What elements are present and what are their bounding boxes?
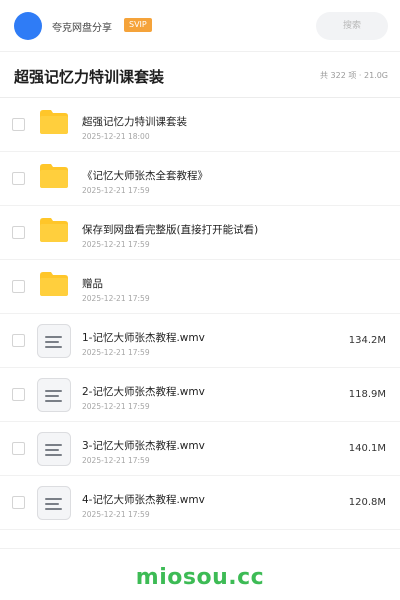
checkbox-icon[interactable]	[12, 496, 25, 509]
folder-icon	[40, 218, 68, 242]
item-size: 118.9M	[348, 389, 386, 400]
item-date: 2025-12-21 18:00	[82, 132, 150, 141]
list-item[interactable]: 赠品 2025-12-21 17:59	[0, 260, 400, 314]
document-icon	[37, 324, 71, 358]
item-name: 3-记忆大师张杰教程.wmv	[82, 440, 205, 452]
file-list: 超强记忆力特训课套装 2025-12-21 18:00 《记忆大师张杰全套教程》…	[0, 98, 400, 530]
checkbox-icon[interactable]	[12, 118, 25, 131]
document-icon	[37, 432, 71, 466]
user-name: 夸克网盘分享	[52, 23, 112, 34]
item-count-summary: 共 322 项 · 21.0G	[320, 71, 388, 80]
list-item[interactable]: 保存到网盘看完整版(直接打开能试看) 2025-12-21 17:59	[0, 206, 400, 260]
item-name: 2-记忆大师张杰教程.wmv	[82, 386, 205, 398]
item-name: 赠品	[82, 278, 103, 290]
item-name: 4-记忆大师张杰教程.wmv	[82, 494, 205, 506]
list-item[interactable]: 1-记忆大师张杰教程.wmv 2025-12-21 17:59 134.2M	[0, 314, 400, 368]
item-name: 超强记忆力特训课套装	[82, 116, 187, 128]
folder-icon	[40, 110, 68, 134]
item-size: 140.1M	[348, 443, 386, 454]
page-title: 超强记忆力特训课套装	[14, 68, 165, 86]
folder-icon	[40, 164, 68, 188]
watermark: miosou.cc	[135, 565, 265, 590]
item-date: 2025-12-21 17:59	[82, 294, 150, 303]
item-date: 2025-12-21 17:59	[82, 510, 150, 519]
avatar[interactable]	[14, 12, 42, 40]
item-name: 《记忆大师张杰全套教程》	[82, 170, 208, 182]
page: 夸克网盘分享 SVIP 搜索 超强记忆力特训课套装 共 322 项 · 21.0…	[0, 0, 400, 600]
checkbox-icon[interactable]	[12, 226, 25, 239]
checkbox-icon[interactable]	[12, 280, 25, 293]
item-date: 2025-12-21 17:59	[82, 186, 150, 195]
document-icon	[37, 378, 71, 412]
checkbox-icon[interactable]	[12, 334, 25, 347]
header: 夸克网盘分享 SVIP 搜索	[0, 0, 400, 52]
item-size: 120.8M	[348, 497, 386, 508]
footer: miosou.cc	[0, 548, 400, 600]
item-size: 134.2M	[348, 335, 386, 346]
folder-icon	[40, 272, 68, 296]
item-date: 2025-12-21 17:59	[82, 240, 150, 249]
svip-badge: SVIP	[124, 18, 152, 32]
checkbox-icon[interactable]	[12, 442, 25, 455]
item-date: 2025-12-21 17:59	[82, 402, 150, 411]
list-item[interactable]: 2-记忆大师张杰教程.wmv 2025-12-21 17:59 118.9M	[0, 368, 400, 422]
title-bar: 超强记忆力特训课套装 共 322 项 · 21.0G	[0, 52, 400, 98]
list-item[interactable]: 超强记忆力特训课套装 2025-12-21 18:00	[0, 98, 400, 152]
document-icon	[37, 486, 71, 520]
list-item[interactable]: 3-记忆大师张杰教程.wmv 2025-12-21 17:59 140.1M	[0, 422, 400, 476]
search-input[interactable]: 搜索	[316, 12, 388, 40]
item-date: 2025-12-21 17:59	[82, 348, 150, 357]
item-date: 2025-12-21 17:59	[82, 456, 150, 465]
list-item[interactable]: 4-记忆大师张杰教程.wmv 2025-12-21 17:59 120.8M	[0, 476, 400, 530]
item-name: 保存到网盘看完整版(直接打开能试看)	[82, 224, 259, 236]
checkbox-icon[interactable]	[12, 172, 25, 185]
list-item[interactable]: 《记忆大师张杰全套教程》 2025-12-21 17:59	[0, 152, 400, 206]
checkbox-icon[interactable]	[12, 388, 25, 401]
item-name: 1-记忆大师张杰教程.wmv	[82, 332, 205, 344]
